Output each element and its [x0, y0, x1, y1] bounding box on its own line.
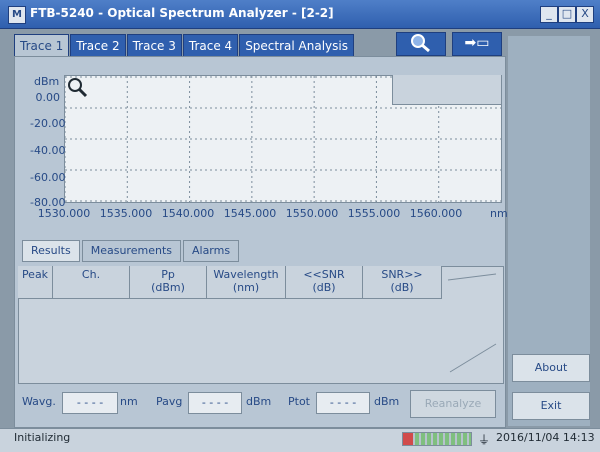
- tab-trace-4[interactable]: Trace 4: [182, 34, 239, 57]
- x-tick: 1530.000: [37, 207, 91, 220]
- wavg-value: - - - -: [62, 392, 118, 414]
- col-snr-left[interactable]: <<SNR (dB): [286, 266, 363, 299]
- y-tick: -60.00: [30, 171, 66, 184]
- about-button[interactable]: About: [512, 354, 590, 382]
- ptot-value: - - - -: [316, 392, 370, 414]
- trace-tabs: Trace 1 Trace 2 Trace 3 Trace 4 Spectral…: [14, 34, 355, 57]
- battery-cells: [415, 433, 471, 445]
- arrow-toggle-icon: ➡▭: [464, 35, 490, 51]
- y-tick: 0.00: [35, 91, 61, 104]
- zoom-button[interactable]: [396, 32, 446, 56]
- mini-graph-icon: [447, 273, 497, 373]
- ptot-unit: dBm: [374, 395, 400, 408]
- power-plug-icon: ⏚: [477, 433, 490, 447]
- x-tick: 1555.000: [347, 207, 401, 220]
- battery-level: [403, 433, 414, 445]
- tab-trace-3[interactable]: Trace 3: [126, 34, 182, 57]
- status-datetime: 2016/11/04 14:13: [496, 431, 595, 444]
- minimize-button[interactable]: _: [540, 6, 558, 23]
- col-wavelength[interactable]: Wavelength (nm): [207, 266, 286, 299]
- plot-legend-box: [392, 75, 501, 105]
- pavg-unit: dBm: [246, 395, 272, 408]
- tab-spectral-analysis[interactable]: Spectral Analysis: [239, 34, 354, 57]
- window-title: FTB-5240 - Optical Spectrum Analyzer - […: [30, 6, 334, 20]
- col-snr-right[interactable]: SNR>> (dB): [363, 266, 442, 299]
- y-tick: -40.00: [30, 144, 66, 157]
- x-tick: 1535.000: [99, 207, 153, 220]
- pavg-label: Pavg: [156, 395, 183, 408]
- tab-trace-2[interactable]: Trace 2: [70, 34, 126, 57]
- results-tabs: Results Measurements Alarms: [22, 240, 241, 262]
- y-tick: -20.00: [30, 117, 66, 130]
- magnifier-icon: [411, 34, 430, 53]
- x-axis-unit: nm: [490, 207, 508, 220]
- tab-alarms[interactable]: Alarms: [182, 240, 240, 262]
- col-channel[interactable]: Ch.: [53, 266, 130, 299]
- x-tick: 1560.000: [409, 207, 463, 220]
- close-button[interactable]: X: [576, 6, 594, 23]
- ptot-label: Ptot: [288, 395, 310, 408]
- x-tick: 1545.000: [223, 207, 277, 220]
- app-logo: M: [8, 6, 26, 24]
- battery-indicator: [402, 432, 472, 446]
- tab-measurements[interactable]: Measurements: [81, 240, 181, 262]
- exit-button[interactable]: Exit: [512, 392, 590, 420]
- x-tick: 1540.000: [161, 207, 215, 220]
- y-axis-label: dBm: [34, 75, 60, 88]
- plot-zoom-icon[interactable]: [66, 76, 88, 98]
- col-pp[interactable]: Pp (dBm): [130, 266, 207, 299]
- wavg-unit: nm: [120, 395, 138, 408]
- tab-trace-1[interactable]: Trace 1: [14, 34, 70, 57]
- col-peak[interactable]: Peak: [18, 266, 53, 299]
- maximize-button[interactable]: □: [558, 6, 576, 23]
- wavg-label: Wavg.: [22, 395, 56, 408]
- reanalyze-button[interactable]: Reanalyze: [410, 390, 496, 418]
- tab-results[interactable]: Results: [22, 240, 80, 262]
- x-tick: 1550.000: [285, 207, 339, 220]
- title-bar: M FTB-5240 - Optical Spectrum Analyzer -…: [0, 0, 600, 29]
- pavg-value: - - - -: [188, 392, 242, 414]
- toggle-view-button[interactable]: ➡▭: [452, 32, 502, 56]
- status-text: Initializing: [14, 431, 71, 444]
